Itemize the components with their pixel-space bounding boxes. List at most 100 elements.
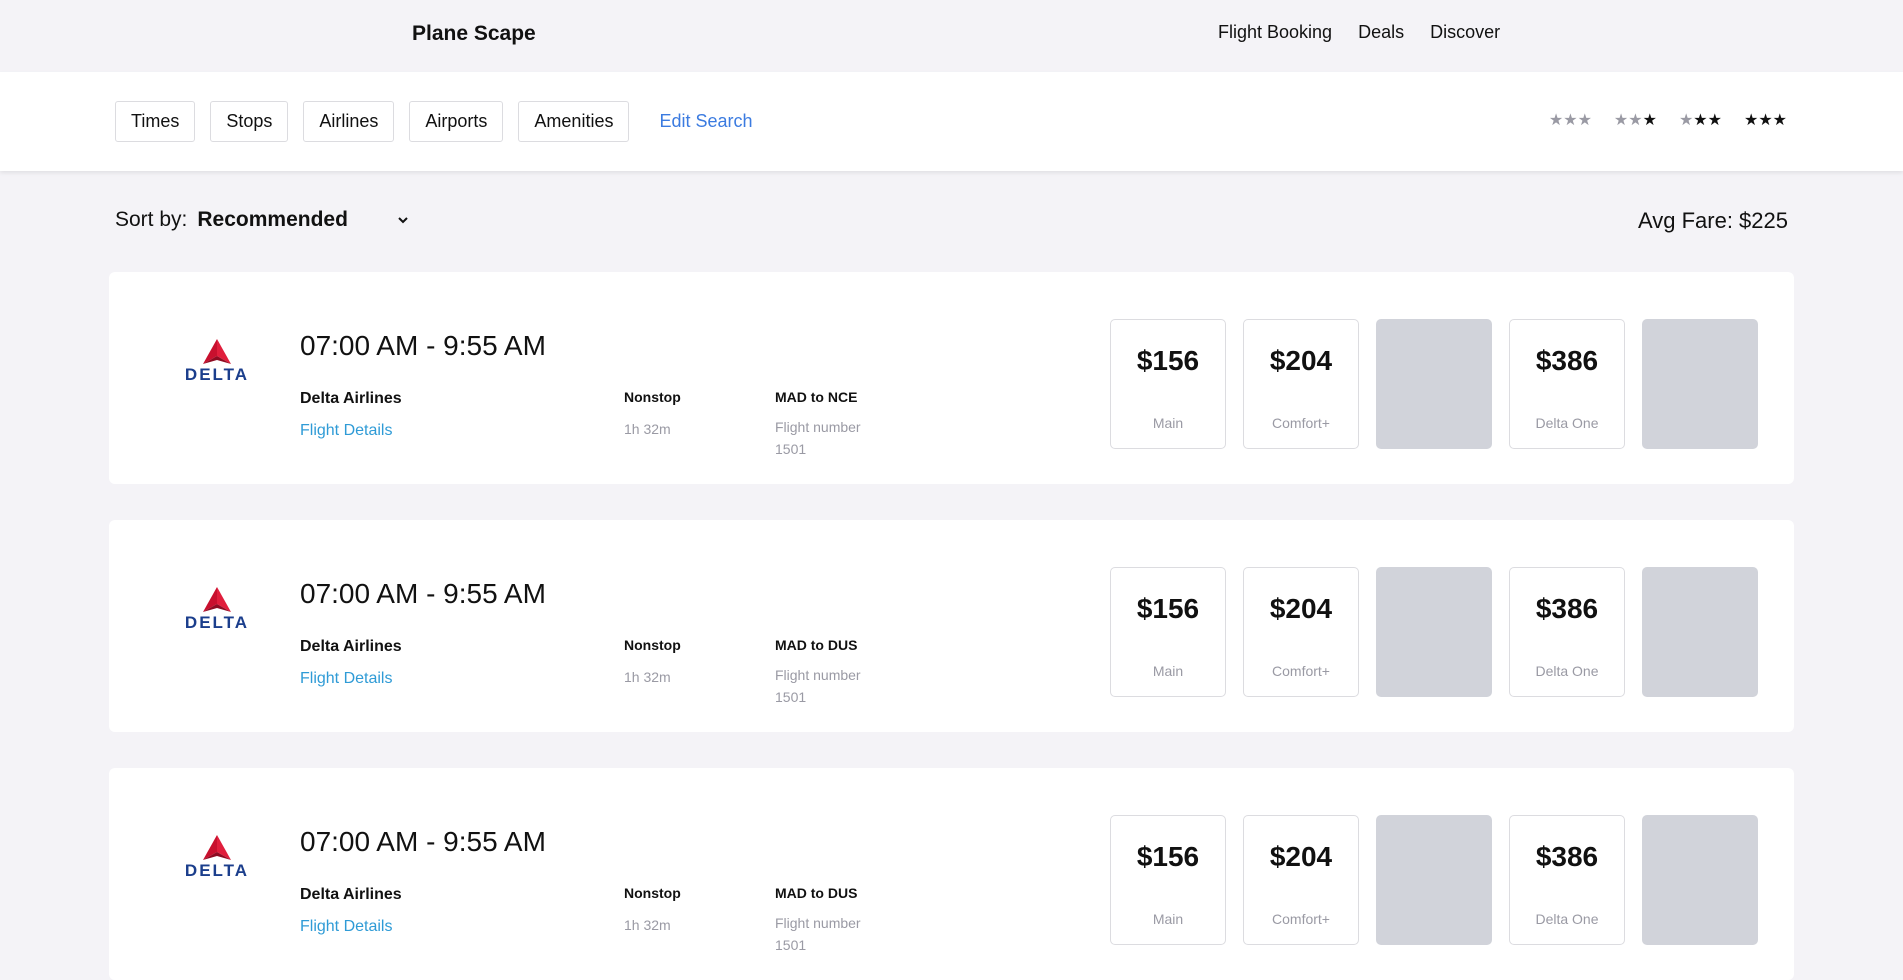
- filter-stops-button[interactable]: Stops: [210, 101, 289, 142]
- fare-price: $156: [1136, 841, 1200, 872]
- fare-class: Comfort+: [1272, 663, 1330, 679]
- airline-logo: DELTA: [181, 834, 253, 880]
- fare-option: [1376, 319, 1492, 449]
- airline-logo: DELTA: [181, 586, 253, 632]
- airline-logo-text: DELTA: [184, 365, 250, 384]
- flight-details-link[interactable]: Flight Details: [300, 670, 392, 688]
- star-icon: ★: [1548, 110, 1564, 129]
- flight-number: Flight number 1501: [775, 667, 861, 705]
- airline-logo-text: DELTA: [184, 861, 250, 880]
- flight-card: DELTA 07:00 AM - 9:55 AM Delta Airlines Fli…: [109, 768, 1794, 980]
- fare-price: $204: [1269, 345, 1333, 376]
- avg-fare: Avg Fare: $225: [1637, 208, 1788, 233]
- fare-class: Main: [1152, 415, 1184, 431]
- fare-option[interactable]: $386 Delta One: [1509, 815, 1625, 945]
- fare-option[interactable]: $204 Comfort+: [1243, 815, 1359, 945]
- star-rating-filter: ★★★ ★★★ ★★★ ★★★: [1549, 110, 1787, 129]
- stops-label: Nonstop: [624, 885, 681, 901]
- sort-label: Sort by:: [115, 208, 188, 231]
- airline-logo-text: DELTA: [184, 613, 250, 632]
- fare-option[interactable]: $204 Comfort+: [1243, 567, 1359, 697]
- fare-class: Delta One: [1535, 415, 1599, 431]
- star-icon: ★: [1628, 110, 1643, 129]
- flight-number: Flight number 1501: [775, 915, 861, 953]
- star-icon: ★: [1642, 110, 1657, 129]
- sort-control: Sort by: Recommended: [115, 208, 409, 232]
- fare-option: [1642, 815, 1758, 945]
- nav-discover[interactable]: Discover: [1430, 22, 1500, 43]
- flight-details-link[interactable]: Flight Details: [300, 918, 392, 936]
- nav-flight-booking[interactable]: Flight Booking: [1218, 22, 1332, 43]
- flight-card: DELTA 07:00 AM - 9:55 AM Delta Airlines Fli…: [109, 520, 1794, 732]
- flight-duration: 1h 32m: [624, 669, 671, 685]
- fare-price: $386: [1535, 345, 1599, 376]
- airline-name: Delta Airlines: [300, 886, 402, 903]
- star-rating-option[interactable]: ★★★: [1614, 110, 1657, 129]
- fare-price: $156: [1136, 345, 1200, 376]
- fare-price: $386: [1535, 593, 1599, 624]
- flight-route: MAD to DUS: [775, 637, 858, 653]
- airline-name: Delta Airlines: [300, 390, 402, 407]
- fare-option: [1376, 815, 1492, 945]
- star-icon: ★: [1772, 110, 1787, 129]
- fare-price: $386: [1535, 841, 1599, 872]
- star-rating-option[interactable]: ★★★: [1549, 110, 1592, 129]
- star-icon: ★: [1678, 110, 1694, 129]
- flight-details-link[interactable]: Flight Details: [300, 422, 392, 440]
- top-bar: Plane Scape Flight Booking Deals Discove…: [0, 0, 1903, 72]
- fare-class: Main: [1152, 911, 1184, 927]
- star-rating-option[interactable]: ★★★: [1744, 110, 1787, 129]
- star-icon: ★: [1707, 110, 1722, 129]
- fare-option[interactable]: $156 Main: [1110, 815, 1226, 945]
- fare-option: [1642, 319, 1758, 449]
- stops-label: Nonstop: [624, 389, 681, 405]
- airline-name: Delta Airlines: [300, 638, 402, 655]
- fare-class: Delta One: [1535, 911, 1599, 927]
- star-icon: ★: [1758, 110, 1773, 129]
- fare-option[interactable]: $204 Comfort+: [1243, 319, 1359, 449]
- filter-airports-button[interactable]: Airports: [409, 101, 504, 142]
- fare-option[interactable]: $386 Delta One: [1509, 319, 1625, 449]
- filter-bar: Times Stops Airlines Airports Amenities …: [0, 72, 1903, 171]
- stops-label: Nonstop: [624, 637, 681, 653]
- fare-class: Delta One: [1535, 663, 1599, 679]
- flight-times: 07:00 AM - 9:55 AM: [300, 826, 546, 857]
- fare-class: Main: [1152, 663, 1184, 679]
- star-icon: ★: [1693, 110, 1708, 129]
- fare-option: [1376, 567, 1492, 697]
- sort-select[interactable]: Recommended: [197, 208, 409, 232]
- fare-option[interactable]: $156 Main: [1110, 319, 1226, 449]
- fare-class: Comfort+: [1272, 911, 1330, 927]
- nav-deals[interactable]: Deals: [1358, 22, 1404, 43]
- filter-airlines-button[interactable]: Airlines: [303, 101, 395, 142]
- star-icon: ★: [1613, 110, 1629, 129]
- filter-times-button[interactable]: Times: [115, 101, 196, 142]
- fare-option[interactable]: $156 Main: [1110, 567, 1226, 697]
- fare-option[interactable]: $386 Delta One: [1509, 567, 1625, 697]
- fare-price: $204: [1269, 593, 1333, 624]
- flight-route: MAD to DUS: [775, 885, 858, 901]
- star-icon: ★: [1577, 110, 1592, 129]
- star-icon: ★: [1743, 110, 1759, 129]
- flight-times: 07:00 AM - 9:55 AM: [300, 330, 546, 361]
- star-rating-option[interactable]: ★★★: [1679, 110, 1722, 129]
- fare-price: $204: [1269, 841, 1333, 872]
- sort-value: Recommended: [197, 208, 348, 231]
- top-nav: Flight Booking Deals Discover: [1218, 22, 1500, 43]
- filter-amenities-button[interactable]: Amenities: [518, 101, 630, 142]
- fare-class: Comfort+: [1272, 415, 1330, 431]
- flight-number: Flight number 1501: [775, 419, 861, 457]
- fare-price: $156: [1136, 593, 1200, 624]
- filter-group: Times Stops Airlines Airports Amenities …: [115, 101, 753, 142]
- airline-logo: DELTA: [181, 338, 253, 384]
- edit-search-link[interactable]: Edit Search: [659, 111, 752, 132]
- star-icon: ★: [1563, 110, 1578, 129]
- flight-duration: 1h 32m: [624, 421, 671, 437]
- flight-times: 07:00 AM - 9:55 AM: [300, 578, 546, 609]
- chevron-down-icon: [398, 217, 409, 224]
- fare-option: [1642, 567, 1758, 697]
- flight-route: MAD to NCE: [775, 389, 858, 405]
- flight-card: DELTA 07:00 AM - 9:55 AM Delta Airlines Fli…: [109, 272, 1794, 484]
- flight-duration: 1h 32m: [624, 917, 671, 933]
- brand-logo[interactable]: Plane Scape: [412, 22, 536, 46]
